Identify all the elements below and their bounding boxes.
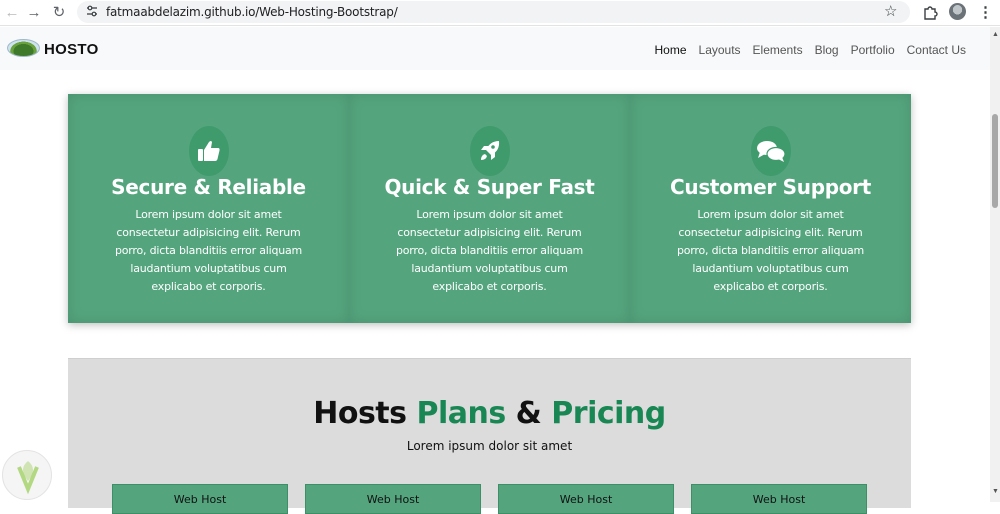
feature-title: Quick & Super Fast (384, 175, 595, 199)
floating-badge-icon[interactable] (2, 450, 52, 500)
pricing-title: Hosts Plans & Pricing (68, 396, 911, 431)
nav-link-blog[interactable]: Blog (815, 43, 839, 57)
plan-card-header: Web Host (305, 484, 481, 514)
features-section: Secure & Reliable Lorem ipsum dolor sit … (68, 94, 911, 323)
feature-description: Lorem ipsum dolor sit amet consectetur a… (395, 208, 584, 293)
nav-link-portfolio[interactable]: Portfolio (851, 43, 895, 57)
pricing-title-word: Hosts (313, 396, 407, 431)
nav-link-home[interactable]: Home (655, 43, 687, 57)
logo-image[interactable] (7, 39, 40, 57)
scroll-down-arrow-icon[interactable]: ▼ (992, 488, 999, 495)
plan-card-header: Web Host (691, 484, 867, 514)
menu-kebab-icon[interactable]: ⋮ (978, 3, 993, 21)
pricing-subtitle: Lorem ipsum dolor sit amet (406, 439, 573, 453)
nav-link-layouts[interactable]: Layouts (699, 43, 741, 57)
feature-description: Lorem ipsum dolor sit amet consectetur a… (114, 208, 303, 293)
pricing-title-word: & (515, 396, 542, 431)
nav-link-elements[interactable]: Elements (753, 43, 803, 57)
star-icon[interactable]: ☆ (884, 2, 897, 20)
feature-title: Secure & Reliable (111, 175, 306, 199)
plan-card-header: Web Host (112, 484, 288, 514)
browser-toolbar: ← → ↻ fatmaabdelazim.github.io/Web-Hosti… (0, 0, 1000, 26)
pricing-title-word: Pricing (551, 396, 666, 431)
feature-card-support: Customer Support Lorem ipsum dolor sit a… (630, 94, 911, 323)
feature-card-secure: Secure & Reliable Lorem ipsum dolor sit … (68, 94, 349, 323)
thumbs-up-icon (188, 126, 229, 176)
chat-bubbles-icon (750, 126, 791, 176)
nav-link-contact-us[interactable]: Contact Us (907, 43, 966, 57)
feature-title: Customer Support (670, 175, 871, 199)
scroll-up-arrow-icon[interactable]: ▲ (992, 31, 999, 38)
site-settings-icon[interactable] (85, 4, 99, 18)
pricing-title-word: Plans (416, 396, 506, 431)
reload-icon[interactable]: ↻ (49, 3, 69, 23)
url-text[interactable]: fatmaabdelazim.github.io/Web-Hosting-Boo… (106, 5, 398, 19)
feature-card-fast: Quick & Super Fast Lorem ipsum dolor sit… (349, 94, 630, 323)
profile-avatar[interactable] (949, 3, 966, 20)
plan-card-header: Web Host (498, 484, 674, 514)
pricing-section: Hosts Plans & Pricing Lorem ipsum dolor … (68, 358, 911, 514)
brand-name[interactable]: HOSTO (44, 41, 99, 58)
scrollbar-thumb[interactable] (992, 114, 998, 208)
back-arrow-icon[interactable]: ← (2, 3, 22, 23)
nav-links: Home Layouts Elements Blog Portfolio Con… (655, 43, 967, 57)
page-scrollbar[interactable] (990, 27, 1000, 502)
rocket-icon (469, 126, 510, 176)
site-navbar: HOSTO Home Layouts Elements Blog Portfol… (0, 27, 990, 70)
address-bar[interactable]: fatmaabdelazim.github.io/Web-Hosting-Boo… (77, 1, 910, 23)
feature-description: Lorem ipsum dolor sit amet consectetur a… (676, 208, 865, 293)
extensions-icon[interactable] (922, 4, 938, 20)
forward-arrow-icon[interactable]: → (24, 3, 44, 23)
